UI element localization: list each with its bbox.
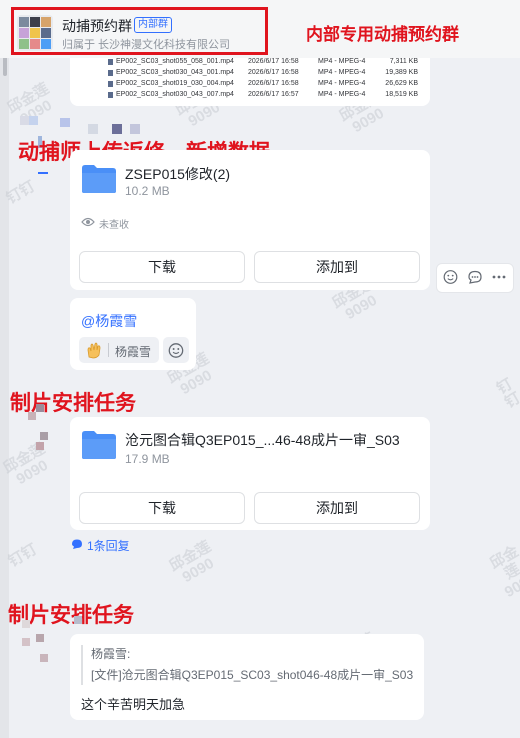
reaction-user: 杨霞雪 <box>115 345 152 359</box>
read-status: 未查收 <box>99 220 129 231</box>
quote-text[interactable]: [文件]沧元图合辑Q3EP015_SC03_shot046-48成片一审_S03 <box>91 666 413 683</box>
file-row: EP002_SC03_shot030_043_007.mp4 2026/6/17… <box>108 90 422 98</box>
avatar[interactable] <box>22 612 58 662</box>
message-body: 这个辛苦明天加急 <box>81 697 186 712</box>
watermark: 钉钉 <box>493 375 520 412</box>
file-name[interactable]: 沧元图合辑Q3EP015_...46-48成片一审_S03 <box>125 430 400 450</box>
watermark: 邱金莲9090 <box>0 440 51 489</box>
more-icon[interactable] <box>488 266 510 288</box>
watermark: 邱金莲9090 <box>166 538 217 587</box>
avatar-blur <box>88 124 98 134</box>
eye-icon <box>81 217 95 227</box>
file-row: EP002_SC03_shot019_030_004.mp4 2026/6/17… <box>108 79 422 88</box>
clap-emoji-icon <box>87 342 101 359</box>
download-button[interactable]: 下载 <box>79 492 245 524</box>
download-button[interactable]: 下载 <box>79 251 245 283</box>
add-to-button[interactable]: 添加到 <box>254 251 420 283</box>
mention-text[interactable]: @杨霞雪 <box>81 311 137 331</box>
reply-icon <box>72 539 82 549</box>
folder-icon <box>82 165 116 193</box>
avatar-blur <box>130 124 140 134</box>
add-reaction-icon[interactable] <box>440 266 462 288</box>
avatar[interactable] <box>22 398 58 450</box>
file-row: EP002_SC03_shot055_058_001.mp4 2026/6/17… <box>108 58 422 66</box>
file-size: 17.9 MB <box>125 452 170 466</box>
reaction-divider <box>108 343 109 357</box>
watermark: 钉钉 <box>5 540 41 571</box>
file-name[interactable]: ZSEP015修改(2) <box>125 164 230 184</box>
file-row: EP002_SC03_shot030_043_001.mp4 2026/6/17… <box>108 68 422 77</box>
folder-icon <box>82 431 116 459</box>
avatar-blur <box>60 118 70 127</box>
reply-count-link[interactable]: 1条回复 <box>87 537 130 554</box>
add-reaction-icon[interactable] <box>163 337 189 363</box>
file-list-image: EP002_SC03_shot055_058_001.mp4 2026/6/17… <box>108 58 422 98</box>
file-size: 10.2 MB <box>125 184 170 198</box>
comment-icon[interactable] <box>464 266 486 288</box>
quote-author: 杨霞雪: <box>91 647 131 661</box>
annotation-internal-group: 内部专用动捕预约群 <box>306 25 459 44</box>
watermark: 邱金莲9090 <box>487 542 520 602</box>
quote-bar <box>81 645 83 685</box>
online-dash <box>38 172 48 174</box>
add-to-button[interactable]: 添加到 <box>254 492 420 524</box>
watermark: 钉钉 <box>3 177 39 208</box>
avatar-blur <box>112 124 122 134</box>
highlight-box <box>11 7 268 55</box>
avatar-blur <box>74 616 82 624</box>
